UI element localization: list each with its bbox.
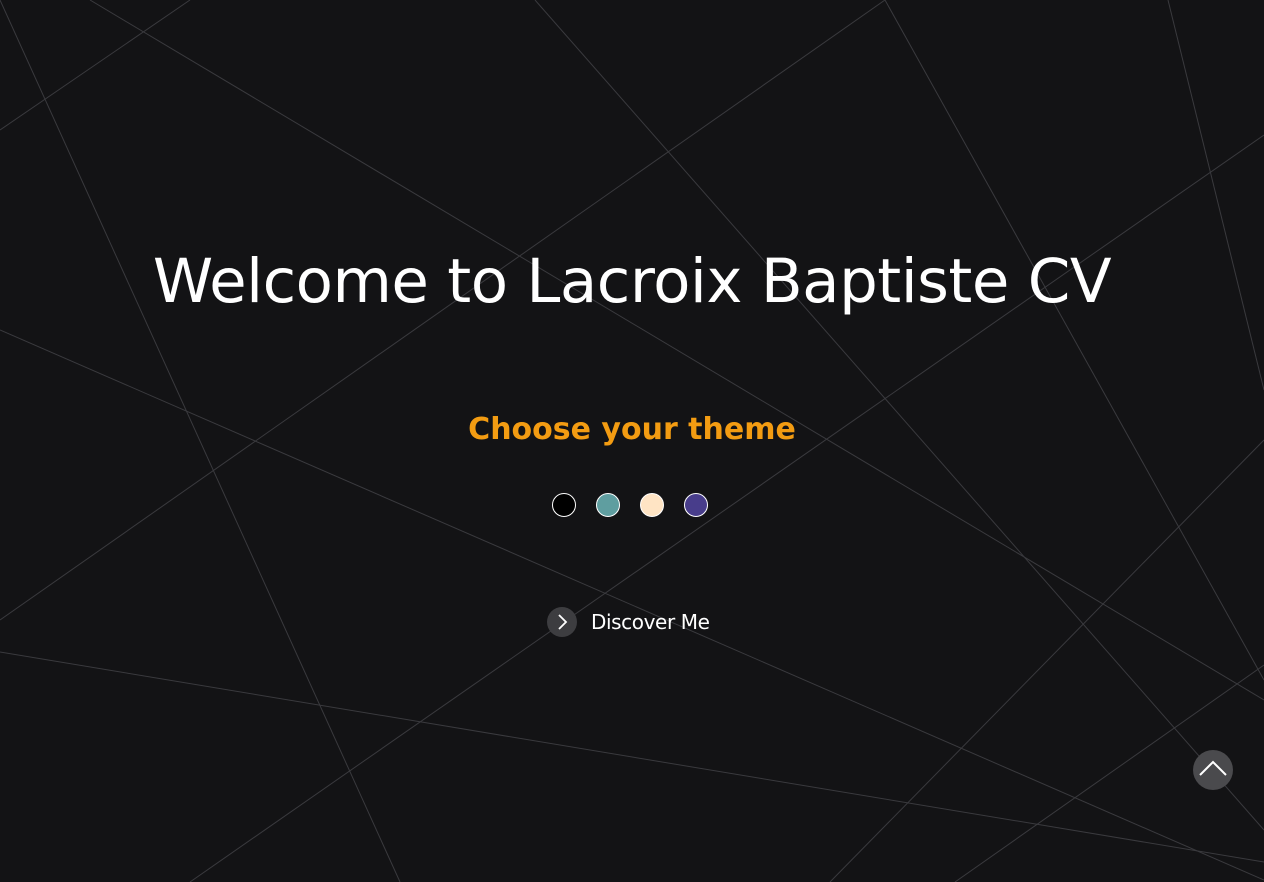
theme-swatch-teal[interactable] <box>596 493 620 517</box>
theme-swatch-purple[interactable] <box>684 493 708 517</box>
scroll-to-top-button[interactable] <box>1193 750 1233 790</box>
theme-swatch-cream[interactable] <box>640 493 664 517</box>
page: Welcome to Lacroix Baptiste CV Choose yo… <box>0 0 1264 882</box>
theme-swatch-dark[interactable] <box>552 493 576 517</box>
discover-me-button[interactable]: Discover Me <box>547 606 710 638</box>
theme-prompt: Choose your theme <box>468 412 796 447</box>
chevron-up-icon <box>1199 759 1227 781</box>
page-title: Welcome to Lacroix Baptiste CV <box>152 246 1112 317</box>
discover-me-label: Discover Me <box>591 610 710 634</box>
chevron-right-icon <box>547 607 577 637</box>
theme-selector <box>552 493 712 519</box>
